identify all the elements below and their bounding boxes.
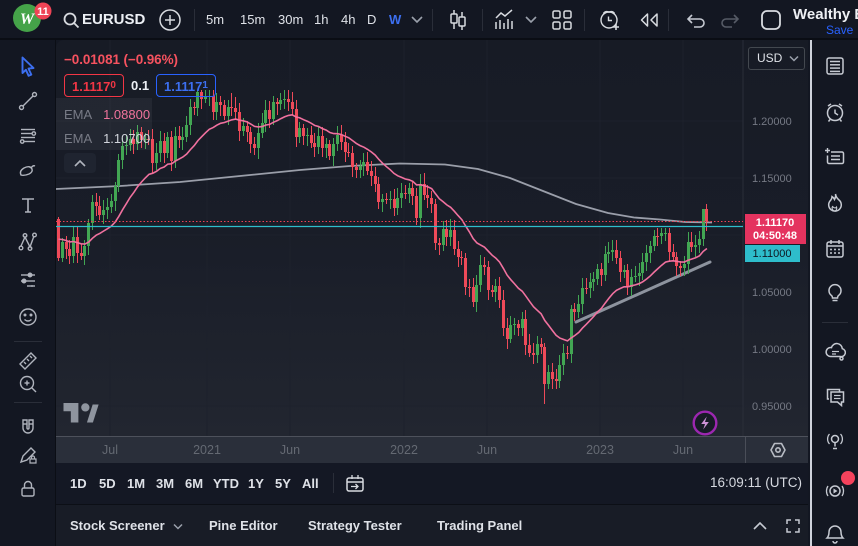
svg-text:1.05000: 1.05000	[752, 287, 792, 299]
svg-text:W: W	[20, 11, 36, 28]
svg-text:11: 11	[37, 6, 49, 18]
svg-text:1.11000: 1.11000	[753, 248, 792, 260]
svg-text:04:50:48: 04:50:48	[753, 230, 797, 242]
svg-text:1.20000: 1.20000	[752, 116, 792, 128]
svg-text:1.11170: 1.11170	[756, 217, 795, 229]
svg-text:0.95000: 0.95000	[752, 401, 792, 413]
svg-text:1.00000: 1.00000	[752, 344, 792, 356]
svg-text:1.15000: 1.15000	[752, 173, 792, 185]
